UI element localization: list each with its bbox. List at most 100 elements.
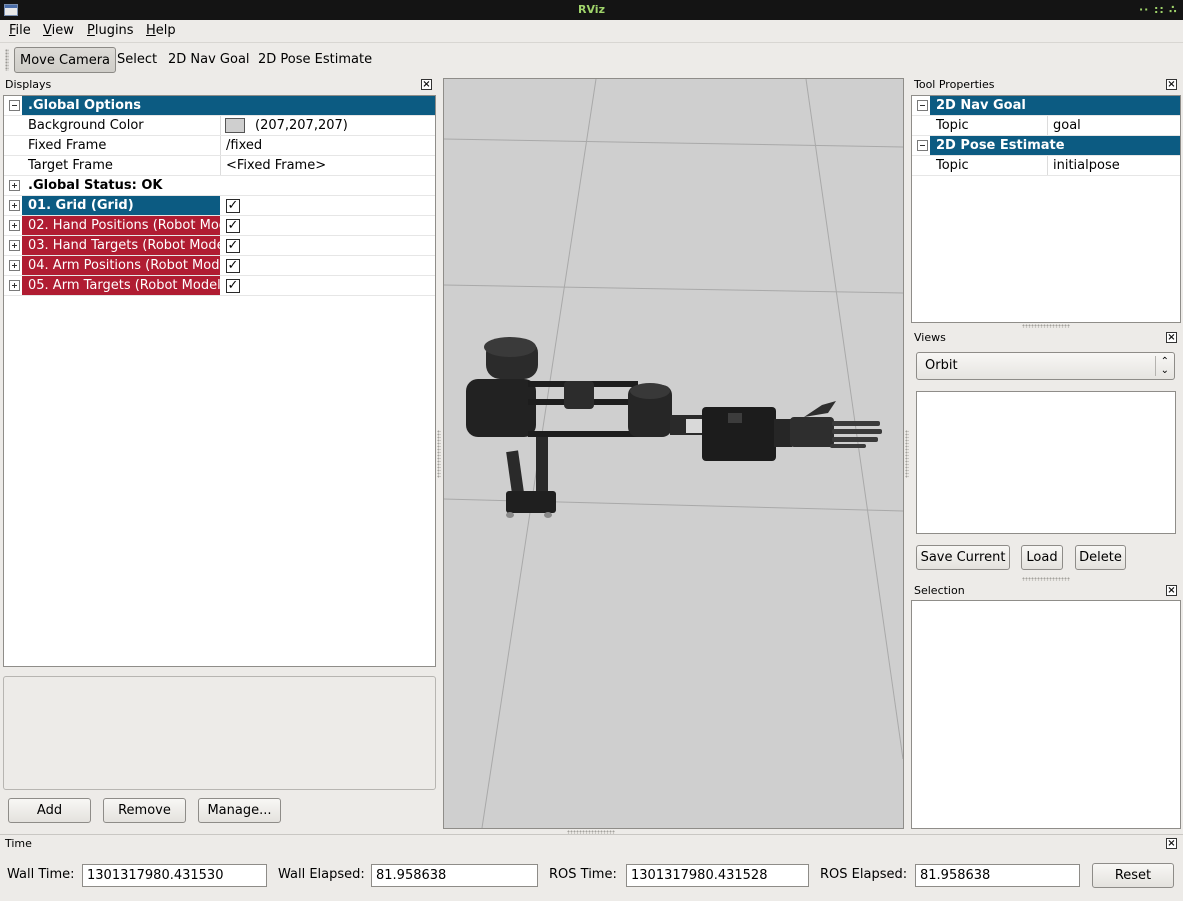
tool-properties-pose-topic[interactable]: Topic initialpose (912, 156, 1180, 176)
window-title: RViz (578, 3, 605, 16)
wall-time-field[interactable]: 1301317980.431530 (82, 864, 267, 887)
menu-plugins-label: lugins (94, 23, 134, 38)
manage-displays-button[interactable]: Manage... (198, 798, 281, 823)
pose-estimate-tool[interactable]: 2D Pose Estimate (253, 47, 377, 73)
select-updown-icon: ⌃ ⌄ (1160, 356, 1169, 376)
menu-plugins-accel: P (87, 23, 95, 38)
display-enabled-checkbox[interactable]: ✓ (226, 239, 240, 253)
target-frame-value[interactable]: <Fixed Frame> (220, 156, 430, 175)
time-title: Time (5, 837, 32, 850)
move-camera-tool[interactable]: Move Camera (14, 47, 117, 73)
fixed-frame-label: Fixed Frame (28, 138, 107, 153)
render-viewport[interactable] (443, 78, 904, 829)
display-description-panel (3, 676, 436, 790)
collapse-icon[interactable] (9, 100, 20, 111)
ros-elapsed-field[interactable]: 81.958638 (915, 864, 1080, 887)
selection-title: Selection (914, 584, 965, 597)
tool-properties-splitter[interactable] (1022, 324, 1070, 328)
view-type-select[interactable]: Orbit ⌃ ⌄ (916, 352, 1175, 380)
tool-properties-nav-goal[interactable]: 2D Nav Goal (912, 96, 1180, 116)
tree-row-fixed-frame[interactable]: Fixed Frame /fixed (4, 136, 435, 156)
close-icon[interactable]: ∴ (1169, 3, 1178, 16)
global-options-label: .Global Options (22, 96, 435, 115)
global-status-label: .Global Status: OK (28, 178, 163, 193)
display-enabled-checkbox[interactable]: ✓ (226, 219, 240, 233)
selection-close-icon[interactable]: × (1166, 585, 1177, 596)
tree-row-global-options[interactable]: .Global Options (4, 96, 435, 116)
menu-help[interactable]: Help (146, 23, 176, 38)
minimize-icon[interactable]: ·· (1139, 3, 1149, 16)
display-item-arm-positions[interactable]: 04. Arm Positions (Robot Model) ✓ (4, 256, 435, 276)
time-close-icon[interactable]: × (1166, 838, 1177, 849)
tree-row-global-status[interactable]: .Global Status: OK (4, 176, 435, 196)
collapse-icon[interactable] (917, 100, 928, 111)
pose-topic-value[interactable]: initialpose (1047, 156, 1177, 175)
display-enabled-checkbox[interactable]: ✓ (226, 279, 240, 293)
robot-arm-model (466, 337, 882, 518)
expand-icon[interactable] (9, 260, 20, 271)
maximize-icon[interactable]: :: (1154, 3, 1165, 16)
expand-icon[interactable] (9, 200, 20, 211)
collapse-icon[interactable] (917, 140, 928, 151)
wall-elapsed-field[interactable]: 81.958638 (371, 864, 538, 887)
display-item-hand-targets[interactable]: 03. Hand Targets (Robot Model) ✓ (4, 236, 435, 256)
views-close-icon[interactable]: × (1166, 332, 1177, 343)
tool-properties-pose-estimate[interactable]: 2D Pose Estimate (912, 136, 1180, 156)
selection-tree[interactable] (911, 600, 1181, 829)
remove-display-button[interactable]: Remove (103, 798, 186, 823)
ros-elapsed-label: ROS Elapsed: (820, 867, 908, 882)
pose-topic-label: Topic (936, 158, 969, 173)
display-item-grid[interactable]: 01. Grid (Grid) ✓ (4, 196, 435, 216)
reset-time-button[interactable]: Reset (1092, 863, 1174, 888)
displays-tree[interactable]: .Global Options Background Color (207,20… (3, 95, 436, 667)
views-title: Views (914, 331, 946, 344)
nav-goal-topic-value[interactable]: goal (1047, 116, 1177, 135)
saved-views-list[interactable] (916, 391, 1176, 534)
nav-goal-tool[interactable]: 2D Nav Goal (163, 47, 255, 73)
display-item-label: 04. Arm Positions (Robot Model) (22, 256, 220, 275)
wall-time-label: Wall Time: (7, 867, 75, 882)
display-item-label: 03. Hand Targets (Robot Model) (22, 236, 220, 255)
tree-row-background-color[interactable]: Background Color (207,207,207) (4, 116, 435, 136)
nav-goal-topic-label: Topic (936, 118, 969, 133)
tool-properties-tree[interactable]: 2D Nav Goal Topic goal 2D Pose Estimate … (911, 95, 1181, 323)
displays-close-icon[interactable]: × (421, 79, 432, 90)
tool-properties-close-icon[interactable]: × (1166, 79, 1177, 90)
display-enabled-checkbox[interactable]: ✓ (226, 259, 240, 273)
right-splitter-handle[interactable] (905, 430, 909, 478)
display-item-label: 05. Arm Targets (Robot Model) (22, 276, 220, 295)
background-color-label: Background Color (28, 118, 144, 133)
menu-bar: File View Plugins Help (0, 20, 1183, 42)
background-color-swatch[interactable] (225, 118, 245, 133)
menu-plugins[interactable]: Plugins (87, 23, 134, 38)
target-frame-label: Target Frame (28, 158, 113, 173)
view-type-value: Orbit (925, 358, 958, 373)
expand-icon[interactable] (9, 220, 20, 231)
ros-time-field[interactable]: 1301317980.431528 (626, 864, 809, 887)
menu-help-accel: H (146, 23, 156, 38)
menu-view[interactable]: View (43, 23, 74, 38)
displays-title: Displays (5, 78, 52, 91)
menu-file[interactable]: File (9, 23, 31, 38)
menu-view-accel: V (43, 23, 52, 38)
expand-icon[interactable] (9, 180, 20, 191)
expand-icon[interactable] (9, 280, 20, 291)
display-item-hand-positions[interactable]: 02. Hand Positions (Robot Model) ✓ (4, 216, 435, 236)
expand-icon[interactable] (9, 240, 20, 251)
display-item-arm-targets[interactable]: 05. Arm Targets (Robot Model) ✓ (4, 276, 435, 296)
save-current-view-button[interactable]: Save Current (916, 545, 1010, 570)
add-display-button[interactable]: Add (8, 798, 91, 823)
display-enabled-checkbox[interactable]: ✓ (226, 199, 240, 213)
select-tool[interactable]: Select (112, 47, 162, 73)
fixed-frame-value[interactable]: /fixed (220, 136, 430, 155)
tree-row-target-frame[interactable]: Target Frame <Fixed Frame> (4, 156, 435, 176)
left-splitter-handle[interactable] (437, 430, 441, 478)
delete-view-button[interactable]: Delete (1075, 545, 1126, 570)
toolbar-grip[interactable] (5, 49, 9, 71)
tool-properties-nav-goal-topic[interactable]: Topic goal (912, 116, 1180, 136)
load-view-button[interactable]: Load (1021, 545, 1063, 570)
views-splitter[interactable] (1022, 577, 1070, 581)
background-color-value: (207,207,207) (255, 118, 348, 133)
menu-file-label: ile (15, 23, 31, 38)
display-item-label: 02. Hand Positions (Robot Model) (22, 216, 220, 235)
